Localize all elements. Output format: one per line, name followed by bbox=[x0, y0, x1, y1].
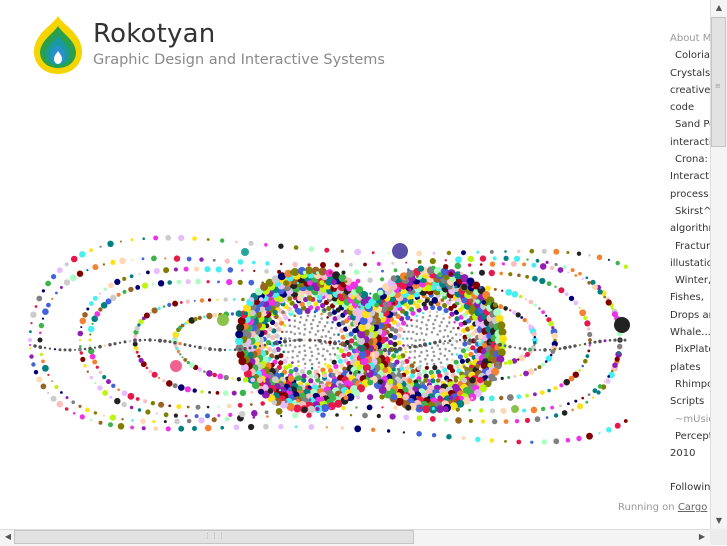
nav-item[interactable]: Whale... bbox=[670, 324, 710, 341]
nav-item[interactable]: Scripts bbox=[670, 393, 710, 410]
nav-item[interactable]: Fractura bbox=[670, 238, 710, 255]
logo-icon bbox=[33, 16, 83, 74]
brand-name[interactable]: Rokotyan bbox=[93, 18, 215, 50]
grip-icon: ≡ bbox=[715, 82, 721, 90]
nav-item[interactable]: code bbox=[670, 99, 710, 116]
nav-item[interactable]: Sand Po bbox=[670, 116, 710, 133]
side-navigation: About M Coloria Crystals, creative code Sand … bbox=[670, 30, 710, 500]
nav-item[interactable]: Crona: bbox=[670, 151, 710, 168]
nav-item[interactable]: Interactiv bbox=[670, 168, 710, 185]
nav-item[interactable]: Rhimpos bbox=[670, 376, 710, 393]
nav-item[interactable]: plates bbox=[670, 359, 710, 376]
footer-credit: Running on Cargo bbox=[618, 502, 707, 513]
generative-artwork bbox=[27, 234, 630, 445]
nav-item[interactable]: Fishes, bbox=[670, 289, 710, 306]
nav-item[interactable]: (10) bbox=[670, 497, 710, 501]
nav-item[interactable]: Winter, bbox=[670, 272, 710, 289]
nav-item[interactable]: Coloria bbox=[670, 47, 710, 64]
nav-item[interactable]: process bbox=[670, 186, 710, 203]
nav-item[interactable]: Drops ar bbox=[670, 307, 710, 324]
nav-item[interactable]: illustation bbox=[670, 255, 710, 272]
brand-tagline: Graphic Design and Interactive Systems bbox=[93, 52, 385, 68]
nav-item[interactable]: Percepti bbox=[670, 428, 710, 445]
nav-item[interactable]: PixPlates bbox=[670, 341, 710, 358]
nav-item bbox=[670, 462, 710, 479]
scrollbar-corner bbox=[710, 529, 727, 545]
nav-item[interactable]: Skirst^, bbox=[670, 203, 710, 220]
nav-item[interactable]: interactiv bbox=[670, 134, 710, 151]
nav-item[interactable]: Following bbox=[670, 479, 710, 496]
nav-item[interactable]: creative bbox=[670, 82, 710, 99]
nav-item[interactable]: About M bbox=[670, 30, 710, 47]
cargo-link[interactable]: Cargo bbox=[678, 502, 708, 513]
nav-item[interactable]: ~mUsic bbox=[670, 411, 710, 428]
running-on-label: Running on bbox=[618, 502, 675, 513]
nav-item[interactable]: algorithm bbox=[670, 220, 710, 237]
nav-item[interactable]: Crystals, bbox=[670, 65, 710, 82]
grip-icon: ⋮⋮⋮ bbox=[204, 532, 225, 540]
down-arrow-icon[interactable]: ▼ bbox=[711, 513, 727, 529]
right-arrow-icon[interactable]: ▶ bbox=[694, 529, 710, 545]
up-arrow-icon[interactable]: ▲ bbox=[711, 0, 727, 16]
nav-item[interactable]: 2010 bbox=[670, 445, 710, 462]
